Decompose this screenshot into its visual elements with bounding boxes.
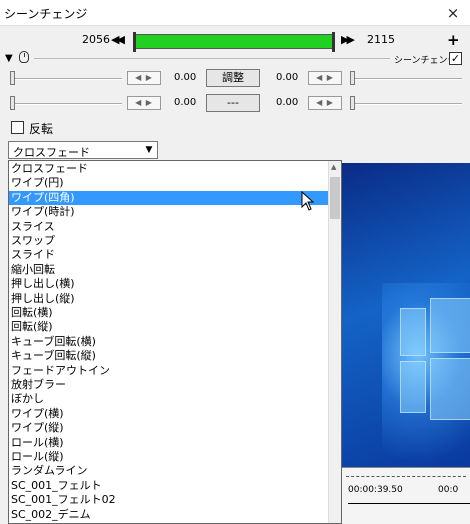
dropdown-item[interactable]: ワイプ(時計) bbox=[9, 205, 329, 219]
slider-thumb-right-top[interactable] bbox=[350, 71, 355, 85]
frame-start: 2056 bbox=[82, 33, 110, 46]
transition-dropdown-list[interactable]: クロスフェード ワイプ(円) ワイプ(四角) ワイプ(時計) スライス スワップ スライド縮… bbox=[8, 160, 342, 524]
range-start-handle[interactable] bbox=[133, 32, 136, 52]
preview-pane bbox=[430, 298, 470, 353]
dropdown-arrow-icon[interactable]: ▼ bbox=[141, 142, 157, 158]
value-right-top: 0.00 bbox=[276, 72, 299, 83]
value-left-top: 0.00 bbox=[174, 72, 197, 83]
transition-select-value: クロスフェード bbox=[13, 146, 90, 159]
dropdown-item[interactable]: 放射ブラー bbox=[9, 378, 329, 392]
dropdown-item[interactable]: ぼかし bbox=[9, 392, 329, 406]
slider-track-right-bottom[interactable] bbox=[352, 103, 462, 105]
frame-range-bar[interactable] bbox=[133, 32, 335, 52]
spin-left-top[interactable]: ◀ ▶ bbox=[127, 71, 161, 85]
transition-select[interactable]: クロスフェード ▼ bbox=[8, 141, 158, 159]
flip-checkbox[interactable] bbox=[11, 121, 24, 134]
dropdown-item[interactable]: ロール(縦) bbox=[9, 450, 329, 464]
mouse-icon[interactable] bbox=[19, 51, 29, 63]
dropdown-item[interactable]: フェードアウトイン bbox=[9, 364, 329, 378]
spin-right-bottom[interactable]: ◀ ▶ bbox=[308, 96, 342, 110]
timeline-ruler bbox=[348, 494, 470, 504]
dropdown-item[interactable]: ワイプ(四角) bbox=[9, 190, 329, 205]
dropdown-item[interactable]: キューブ回転(縦) bbox=[9, 349, 329, 363]
spin-right-top[interactable]: ◀ ▶ bbox=[308, 71, 342, 85]
close-icon[interactable]: × bbox=[440, 2, 466, 24]
preview-pane bbox=[400, 308, 426, 356]
timeline[interactable]: 00:00:39.50 00:0 bbox=[342, 467, 470, 524]
slider-thumb-left-top[interactable] bbox=[10, 71, 15, 85]
spin-left-bottom[interactable]: ◀ ▶ bbox=[127, 96, 161, 110]
dropdown-item[interactable]: 縮小回転 bbox=[9, 263, 329, 277]
adjust-button[interactable]: 調整 bbox=[206, 69, 260, 87]
dropdown-item[interactable]: ワイプ(円) bbox=[9, 176, 329, 190]
dropdown-item[interactable]: ロール(横) bbox=[9, 436, 329, 450]
value-right-bottom: 0.00 bbox=[276, 97, 299, 108]
dropdown-item[interactable]: ワイプ(横) bbox=[9, 407, 329, 421]
dropdown-item[interactable]: 押し出し(縦) bbox=[9, 292, 329, 306]
next-icon[interactable]: ▶▶ bbox=[341, 33, 355, 46]
collapse-arrow-icon[interactable]: ▼ bbox=[5, 53, 13, 64]
scene-change-label: シーンチェンジ bbox=[394, 56, 457, 66]
dropdown-item[interactable]: 回転(横) bbox=[9, 306, 329, 320]
prev-icon[interactable]: ◀◀ bbox=[111, 33, 125, 46]
flip-label: 反転 bbox=[29, 122, 54, 136]
dropdown-item[interactable]: SC_002_デニム bbox=[9, 508, 329, 522]
dropdown-item[interactable]: ワイプ(縦) bbox=[9, 421, 329, 435]
dropdown-item[interactable]: スライド bbox=[9, 248, 329, 262]
cursor-icon bbox=[301, 191, 315, 211]
dropdown-item[interactable]: ランダムライン bbox=[9, 464, 329, 478]
window-title: シーンチェンジ bbox=[4, 7, 88, 21]
slider-thumb-left-bottom[interactable] bbox=[10, 96, 15, 110]
dropdown-item[interactable]: クロスフェード bbox=[9, 162, 329, 176]
dropdown-item[interactable]: SC_001_フェルト bbox=[9, 479, 329, 493]
range-end-handle[interactable] bbox=[332, 32, 335, 52]
scene-change-checkbox[interactable]: ✓ bbox=[449, 52, 462, 65]
scrollbar[interactable]: ▲ bbox=[328, 161, 341, 523]
timeline-dashes bbox=[346, 476, 466, 477]
plus-icon[interactable]: + bbox=[447, 31, 460, 49]
dropdown-item[interactable]: スライス bbox=[9, 220, 329, 234]
value-left-bottom: 0.00 bbox=[174, 97, 197, 108]
dropdown-item[interactable]: スワップ bbox=[9, 234, 329, 248]
preview-pane bbox=[400, 361, 426, 413]
preview-pane bbox=[430, 358, 470, 420]
slider-thumb-right-bottom[interactable] bbox=[350, 96, 355, 110]
frame-end: 2115 bbox=[367, 33, 395, 46]
video-preview bbox=[342, 163, 470, 467]
slider-track-right-top[interactable] bbox=[352, 78, 462, 80]
dropdown-item[interactable]: 押し出し(横) bbox=[9, 277, 329, 291]
scroll-up-icon[interactable]: ▲ bbox=[331, 163, 336, 171]
divider bbox=[34, 58, 390, 59]
scroll-thumb[interactable] bbox=[330, 177, 340, 219]
dropdown-item[interactable]: 回転(縦) bbox=[9, 320, 329, 334]
dropdown-item[interactable]: SC_001_フェルト02 bbox=[9, 493, 329, 507]
dropdown-item[interactable]: キューブ回転(横) bbox=[9, 335, 329, 349]
dots-button[interactable]: --- bbox=[206, 94, 260, 112]
slider-track-left-top[interactable] bbox=[12, 78, 122, 80]
slider-track-left-bottom[interactable] bbox=[12, 103, 122, 105]
